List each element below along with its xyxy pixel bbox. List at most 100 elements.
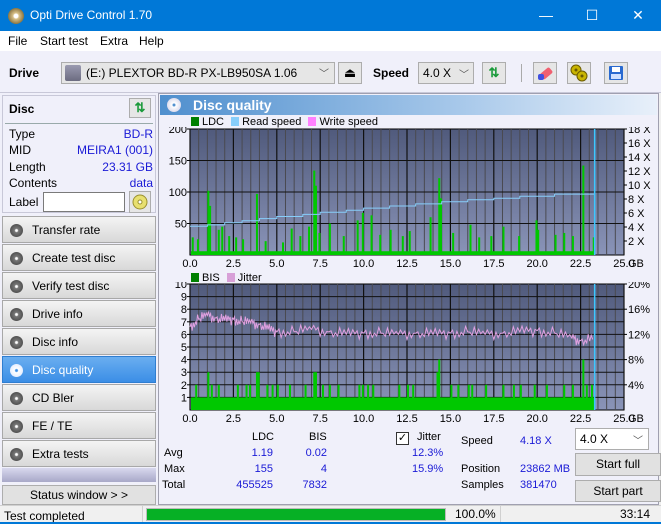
y2-tick-label: 18 X xyxy=(628,127,651,136)
field-key: Type xyxy=(9,127,36,141)
ldc-bar xyxy=(518,236,521,255)
settings-button[interactable] xyxy=(567,62,591,84)
bis-bar xyxy=(582,359,585,410)
status-text: Test completed xyxy=(4,509,85,523)
jitter-checkbox[interactable]: ✓ xyxy=(396,432,409,445)
x-tick-label: 17.5 xyxy=(483,258,504,269)
y2-tick-label: 8 X xyxy=(628,194,645,206)
y-tick-label: 50 xyxy=(175,219,187,231)
toolbar-separator xyxy=(521,64,522,82)
ldc-bar xyxy=(290,228,293,255)
bis-bar xyxy=(407,384,409,410)
panel-header: Disc quality xyxy=(160,95,657,115)
eject-icon: ⏏ xyxy=(343,65,357,80)
y2-tick-label: 4% xyxy=(628,380,644,392)
divider xyxy=(500,506,501,523)
disc-icon xyxy=(10,280,23,293)
x-tick-label: 20.0 xyxy=(526,258,547,269)
bis-bar xyxy=(502,384,505,410)
menu-file[interactable]: File xyxy=(8,34,27,48)
bis-bar xyxy=(372,384,375,410)
disc-field-mid: MID MEIRA1 (001) xyxy=(9,143,153,158)
bis-bar xyxy=(217,384,220,410)
progress-percent: 100.0% xyxy=(455,507,496,521)
y2-tick-label: 6 X xyxy=(628,208,645,220)
start-part-button[interactable]: Start part xyxy=(575,480,661,502)
nav-cd-bler[interactable]: CD Bler xyxy=(2,384,156,411)
erase-button[interactable] xyxy=(533,62,557,84)
speed-select[interactable]: 4.0 X ﹀ xyxy=(418,62,474,84)
menu-start-test[interactable]: Start test xyxy=(40,34,88,48)
nav-verify-test-disc[interactable]: Verify test disc xyxy=(2,272,156,299)
disc-icon xyxy=(10,224,23,237)
test-speed-select[interactable]: 4.0 X ﹀ xyxy=(575,428,649,450)
nav-transfer-rate[interactable]: Transfer rate xyxy=(2,216,156,243)
minimize-button[interactable]: — xyxy=(523,0,569,31)
x-tick-label: 20.0 xyxy=(526,413,547,422)
ldc-bar xyxy=(439,198,442,255)
y2-tick-label: 16% xyxy=(628,304,650,316)
divider xyxy=(5,123,153,124)
disc-icon xyxy=(10,420,23,433)
bis-bar xyxy=(512,384,515,410)
disc-icon xyxy=(10,392,23,405)
nav-label: Transfer rate xyxy=(32,223,101,237)
ldc-bar xyxy=(318,232,321,255)
label-input[interactable] xyxy=(43,192,125,212)
progress-bar xyxy=(146,508,446,521)
chevron-down-icon: ﹀ xyxy=(319,69,329,80)
start-full-button[interactable]: Start full xyxy=(575,453,661,476)
ldc-bar xyxy=(361,212,364,255)
y-tick-label: 7 xyxy=(181,317,187,329)
y2-tick-label: 14 X xyxy=(628,152,651,164)
bis-bar xyxy=(533,384,536,410)
nav-create-test-disc[interactable]: Create test disc xyxy=(2,244,156,271)
avg-bis: 0.02 xyxy=(305,447,327,459)
close-button[interactable]: ✕ xyxy=(615,0,661,31)
read-speed-swatch xyxy=(231,117,240,126)
status-window-button[interactable]: Status window > > xyxy=(2,485,156,505)
refresh-button[interactable]: ⇅ xyxy=(482,62,506,84)
left-panel: Disc ⇅ Type BD-R MID MEIRA1 (001) Length 23… xyxy=(0,93,158,505)
position-label: Position xyxy=(461,463,501,475)
samples-value: 381470 xyxy=(520,479,557,491)
x-tick-label: 2.5 xyxy=(226,258,241,269)
ldc-bar xyxy=(314,185,317,255)
write-speed-swatch xyxy=(308,117,317,126)
bis-bar xyxy=(591,384,594,410)
eject-button[interactable]: ⏏ xyxy=(338,62,362,84)
disc-field-contents: Contents data xyxy=(9,176,153,191)
y2-tick-label: 12% xyxy=(628,329,650,341)
nav-label: Drive info xyxy=(32,307,83,321)
disc-icon xyxy=(10,448,23,461)
nav-label: Disc info xyxy=(32,335,79,349)
y-tick-label: 150 xyxy=(169,156,187,168)
field-value: BD-R xyxy=(123,127,153,141)
x-tick-label: 7.5 xyxy=(313,413,328,422)
ldc-chart: 0.0 2.5 5.0 7.5 10.0 12.5 15.0 17.5 20.0 22.5 25.0… xyxy=(169,127,652,269)
disc-refresh-button[interactable]: ⇅ xyxy=(129,98,151,118)
nav-disc-info[interactable]: Disc info xyxy=(2,328,156,355)
maximize-button[interactable]: ☐ xyxy=(569,0,615,31)
jitter-swatch xyxy=(226,273,235,282)
bis-bar xyxy=(412,384,415,410)
nav-extra-tests[interactable]: Extra tests xyxy=(2,440,156,467)
y2-tick-label: 16 X xyxy=(628,138,651,150)
nav-filler xyxy=(2,468,156,482)
ldc-bar xyxy=(379,234,382,255)
jitter-label: Jitter xyxy=(417,431,441,443)
drive-select[interactable]: (E:) PLEXTOR BD-R PX-LB950SA 1.06 ﹀ xyxy=(61,62,335,84)
menu-help[interactable]: Help xyxy=(139,34,164,48)
ldc-bar xyxy=(478,237,481,255)
save-button[interactable] xyxy=(604,62,628,84)
nav-fe-te[interactable]: FE / TE xyxy=(2,412,156,439)
ldc-bar xyxy=(242,239,245,255)
nav-disc-quality[interactable]: Disc quality xyxy=(2,356,156,383)
bis-bar xyxy=(436,372,439,410)
ldc-bar xyxy=(429,217,432,255)
ldc-bar xyxy=(328,223,331,255)
x-tick-label: 0.0 xyxy=(182,413,197,422)
menu-extra[interactable]: Extra xyxy=(100,34,128,48)
label-disc-button[interactable] xyxy=(129,191,151,213)
nav-drive-info[interactable]: Drive info xyxy=(2,300,156,327)
